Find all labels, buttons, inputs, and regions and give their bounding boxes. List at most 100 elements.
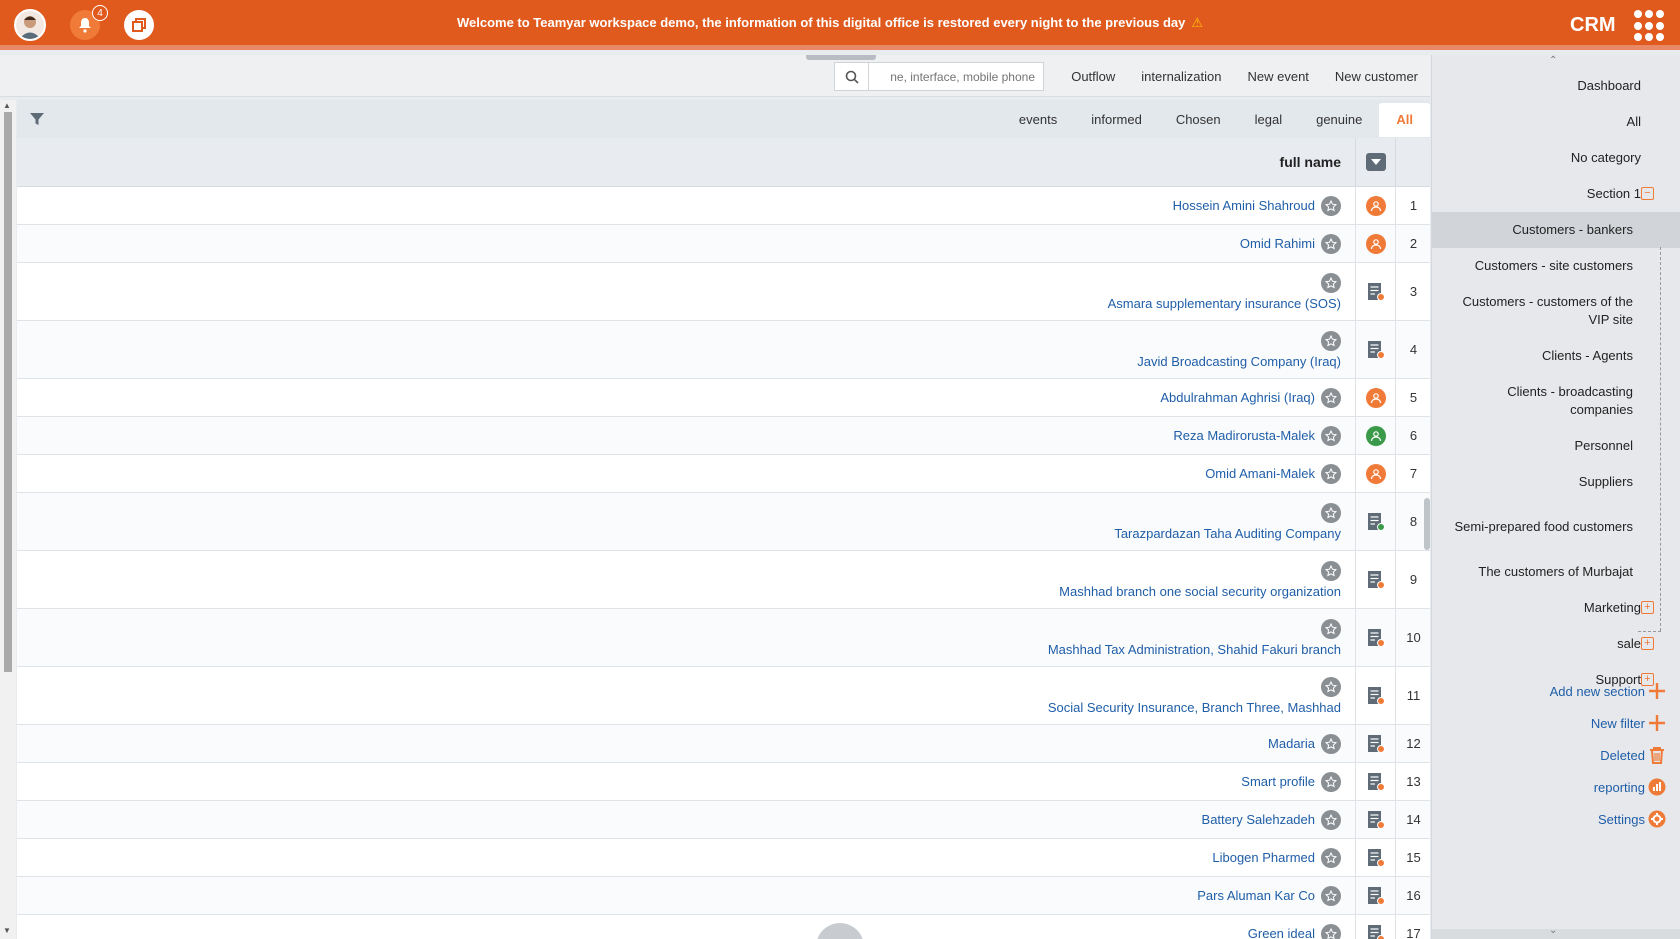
scroll-up-arrow-icon[interactable]: ▲ (3, 101, 11, 110)
type-dropdown-icon[interactable] (1365, 153, 1386, 171)
customer-name-link[interactable]: Smart profile (1241, 774, 1315, 789)
table-row[interactable]: Libogen Pharmed 15 (17, 839, 1430, 877)
user-avatar[interactable] (14, 9, 46, 41)
drag-handle[interactable] (806, 55, 876, 60)
sidebar-item-semi-prepared-food-customers[interactable]: Semi-prepared food customers (1432, 500, 1680, 554)
filter-icon[interactable] (29, 111, 45, 130)
tab-legal[interactable]: legal (1238, 103, 1299, 137)
star-icon[interactable] (1321, 463, 1341, 484)
customer-name-link[interactable]: Social Security Insurance, Branch Three,… (1048, 700, 1341, 715)
tab-events[interactable]: events (1002, 103, 1074, 137)
sidebar-item-marketing[interactable]: Marketing + (1432, 590, 1680, 626)
sidebar-item-dashboard[interactable]: Dashboard (1432, 68, 1680, 104)
customer-name-link[interactable]: Abdulrahman Aghrisi (Iraq) (1160, 390, 1315, 405)
action-deleted[interactable]: Deleted (1432, 739, 1680, 771)
sidebar-item-customers-bankers[interactable]: Customers - bankers (1432, 212, 1680, 248)
star-icon[interactable] (1321, 676, 1341, 697)
sidebar-scroll-up-icon[interactable]: ⌃ (1549, 55, 1557, 66)
sidebar-item-suppliers[interactable]: Suppliers (1432, 464, 1680, 500)
star-icon[interactable] (1321, 272, 1341, 293)
star-icon[interactable] (1321, 387, 1341, 408)
new-event-link[interactable]: New event (1248, 69, 1309, 84)
tab-all[interactable]: All (1379, 103, 1430, 137)
star-icon[interactable] (1321, 502, 1341, 523)
left-scrollbar[interactable]: ▲ ▼ (0, 100, 16, 939)
sidebar-item-customers-customers-of-the-vip-site[interactable]: Customers - customers of the VIP site (1432, 284, 1680, 338)
internalization-link[interactable]: internalization (1141, 69, 1221, 84)
collapse-icon[interactable]: − (1641, 187, 1654, 200)
customer-name-link[interactable]: Madaria (1268, 736, 1315, 751)
customer-name-link[interactable]: Mashhad Tax Administration, Shahid Fakur… (1048, 642, 1341, 657)
windows-icon[interactable] (124, 10, 154, 40)
tab-chosen[interactable]: Chosen (1159, 103, 1238, 137)
expand-icon[interactable]: + (1641, 637, 1654, 650)
search-input[interactable] (869, 63, 1043, 90)
scrollbar-thumb[interactable] (4, 112, 12, 672)
table-row[interactable]: Javid Broadcasting Company (Iraq) 4 (17, 321, 1430, 379)
sidebar-item-label: Suppliers (1578, 474, 1633, 489)
sidebar-item-clients-agents[interactable]: Clients - Agents (1432, 338, 1680, 374)
star-icon[interactable] (1321, 330, 1341, 351)
sidebar-item-the-customers-of-murbajat[interactable]: The customers of Murbajat (1432, 554, 1680, 590)
table-row[interactable]: Social Security Insurance, Branch Three,… (17, 667, 1430, 725)
sidebar-item-no-category[interactable]: No category (1432, 140, 1680, 176)
scroll-down-arrow-icon[interactable]: ▼ (3, 926, 11, 935)
apps-grid-icon[interactable] (1634, 10, 1666, 42)
star-icon[interactable] (1321, 560, 1341, 581)
customer-name-link[interactable]: Mashhad branch one social security organ… (1059, 584, 1341, 599)
table-row[interactable]: Omid Rahimi 2 (17, 225, 1430, 263)
outflow-link[interactable]: Outflow (1071, 69, 1115, 84)
table-row[interactable]: Abdulrahman Aghrisi (Iraq) 5 (17, 379, 1430, 417)
tab-informed[interactable]: informed (1074, 103, 1159, 137)
star-icon[interactable] (1321, 771, 1341, 792)
table-row[interactable]: Mashhad branch one social security organ… (17, 551, 1430, 609)
customer-name-link[interactable]: Tarazpardazan Taha Auditing Company (1114, 526, 1341, 541)
star-icon[interactable] (1321, 809, 1341, 830)
sidebar-item-clients-broadcasting-companies[interactable]: Clients - broadcasting companies (1432, 374, 1680, 428)
new-customer-link[interactable]: New customer (1335, 69, 1418, 84)
star-icon[interactable] (1321, 733, 1341, 754)
star-icon[interactable] (1321, 618, 1341, 639)
star-icon[interactable] (1321, 885, 1341, 906)
table-row[interactable]: Mashhad Tax Administration, Shahid Fakur… (17, 609, 1430, 667)
star-icon[interactable] (1321, 847, 1341, 868)
customer-name-link[interactable]: Hossein Amini Shahroud (1173, 198, 1315, 213)
star-icon[interactable] (1321, 425, 1341, 446)
table-row[interactable]: Madaria 12 (17, 725, 1430, 763)
customer-name-link[interactable]: Reza Madirorusta-Malek (1173, 428, 1315, 443)
sidebar-item-all[interactable]: All (1432, 104, 1680, 140)
table-row[interactable]: Tarazpardazan Taha Auditing Company 8 (17, 493, 1430, 551)
table-row[interactable]: Omid Amani-Malek 7 (17, 455, 1430, 493)
tab-genuine[interactable]: genuine (1299, 103, 1379, 137)
customer-name-link[interactable]: Libogen Pharmed (1212, 850, 1315, 865)
table-row[interactable]: Smart profile 13 (17, 763, 1430, 801)
sidebar-item-personnel[interactable]: Personnel (1432, 428, 1680, 464)
customer-name-link[interactable]: Battery Salehzadeh (1202, 812, 1315, 827)
customer-name-link[interactable]: Asmara supplementary insurance (SOS) (1108, 296, 1341, 311)
customer-name-link[interactable]: Omid Amani-Malek (1205, 466, 1315, 481)
action-add-new-section[interactable]: Add new section (1432, 675, 1680, 707)
action-reporting[interactable]: reporting (1432, 771, 1680, 803)
table-row[interactable]: Pars Aluman Kar Co 16 (17, 877, 1430, 915)
action-settings[interactable]: Settings (1432, 803, 1680, 835)
sidebar-item-customers-site-customers[interactable]: Customers - site customers (1432, 248, 1680, 284)
customer-name-link[interactable]: Omid Rahimi (1240, 236, 1315, 251)
sidebar-item-section-1[interactable]: Section 1− (1432, 176, 1680, 212)
sidebar-scroll-down-icon[interactable]: ⌄ (1549, 925, 1557, 936)
table-scroll-indicator[interactable] (1424, 498, 1430, 550)
column-header-full-name[interactable]: full name (1280, 138, 1341, 186)
star-icon[interactable] (1321, 233, 1341, 254)
customer-name-link[interactable]: Green ideal (1248, 926, 1315, 939)
customer-name-link[interactable]: Pars Aluman Kar Co (1197, 888, 1315, 903)
star-icon[interactable] (1321, 195, 1341, 216)
table-row[interactable]: Green ideal 17 (17, 915, 1430, 939)
table-row[interactable]: Asmara supplementary insurance (SOS) 3 (17, 263, 1430, 321)
customer-name-link[interactable]: Javid Broadcasting Company (Iraq) (1137, 354, 1341, 369)
action-new-filter[interactable]: New filter (1432, 707, 1680, 739)
table-row[interactable]: Hossein Amini Shahroud 1 (17, 187, 1430, 225)
expand-icon[interactable]: + (1641, 601, 1654, 614)
table-row[interactable]: Reza Madirorusta-Malek 6 (17, 417, 1430, 455)
table-row[interactable]: Battery Salehzadeh 14 (17, 801, 1430, 839)
search-icon[interactable] (835, 63, 869, 90)
star-icon[interactable] (1321, 923, 1341, 939)
